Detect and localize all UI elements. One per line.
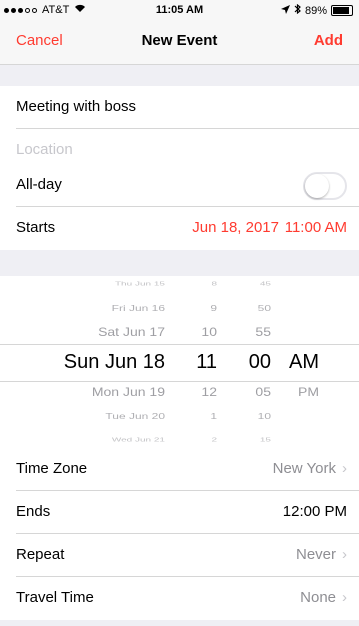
picker-hour: 10 bbox=[201, 325, 217, 339]
allday-toggle[interactable] bbox=[303, 172, 347, 200]
ends-label: Ends bbox=[16, 503, 51, 520]
allday-label: All-day bbox=[16, 176, 62, 193]
picker-ampm: AM bbox=[289, 350, 319, 373]
picker-row[interactable]: Tue Jun 20 1 10 bbox=[0, 408, 359, 425]
picker-row[interactable]: Thu Jun 15 8 45 bbox=[0, 277, 359, 290]
starts-row[interactable]: Starts Jun 18, 2017 11:00 AM bbox=[0, 207, 359, 250]
battery-icon bbox=[331, 5, 353, 16]
timezone-value-text: New York bbox=[272, 460, 336, 477]
picker-minute: 10 bbox=[257, 411, 271, 421]
page-title: New Event bbox=[141, 32, 218, 49]
chevron-right-icon: › bbox=[342, 460, 347, 477]
picker-date: Mon Jun 19 bbox=[91, 385, 165, 399]
location-input-placeholder[interactable]: Location bbox=[16, 141, 73, 158]
navigation-bar: Cancel New Event Add bbox=[0, 20, 359, 65]
ends-row[interactable]: Ends 12:00 PM bbox=[0, 491, 359, 534]
travel-time-value-text: None bbox=[300, 589, 336, 606]
starts-time[interactable]: 11:00 AM bbox=[285, 219, 347, 236]
travel-time-label: Travel Time bbox=[16, 589, 94, 606]
repeat-row[interactable]: Repeat Never › bbox=[0, 534, 359, 577]
picker-row[interactable]: Wed Jun 21 2 15 bbox=[0, 433, 359, 446]
timezone-value: New York › bbox=[273, 460, 347, 477]
bluetooth-icon bbox=[294, 3, 301, 17]
title-field[interactable]: Meeting with boss bbox=[0, 86, 359, 129]
picker-minute: 00 bbox=[248, 350, 271, 373]
picker-hour: 11 bbox=[196, 350, 217, 373]
picker-hour: 12 bbox=[201, 385, 217, 399]
picker-hour: 8 bbox=[211, 280, 217, 288]
picker-minute: 15 bbox=[259, 436, 271, 444]
toggle-knob bbox=[305, 174, 329, 198]
picker-hour: 1 bbox=[210, 411, 217, 421]
new-event-screen: AT&T 11:05 AM 89% Cancel New Event Add M… bbox=[0, 0, 359, 626]
picker-date: Fri Jun 16 bbox=[111, 303, 165, 313]
starts-date[interactable]: Jun 18, 2017 bbox=[192, 219, 279, 236]
picker-minute: 05 bbox=[255, 385, 271, 399]
picker-row-selected[interactable]: Sun Jun 18 11 00 AM bbox=[0, 344, 359, 380]
travel-time-row[interactable]: Travel Time None › bbox=[0, 577, 359, 620]
picker-date: Sat Jun 17 bbox=[98, 325, 165, 339]
starts-label: Starts bbox=[16, 219, 56, 236]
title-input-value[interactable]: Meeting with boss bbox=[16, 98, 136, 115]
picker-row[interactable]: Fri Jun 16 9 50 bbox=[0, 300, 359, 317]
battery-percent: 89% bbox=[304, 4, 327, 17]
repeat-value: Never › bbox=[296, 546, 347, 563]
repeat-label: Repeat bbox=[16, 546, 65, 563]
ends-value[interactable]: 12:00 PM bbox=[283, 503, 347, 520]
location-arrow-icon bbox=[280, 4, 290, 17]
picker-ampm: PM bbox=[298, 385, 319, 399]
picker-row[interactable]: Sat Jun 17 10 55 bbox=[0, 322, 359, 342]
picker-date: Tue Jun 20 bbox=[105, 411, 165, 421]
timezone-row[interactable]: Time Zone New York › bbox=[0, 448, 359, 491]
travel-time-value: None › bbox=[300, 589, 347, 606]
status-bar: AT&T 11:05 AM 89% bbox=[0, 0, 359, 20]
picker-minute: 45 bbox=[259, 280, 271, 288]
chevron-right-icon: › bbox=[342, 546, 347, 563]
timezone-label: Time Zone bbox=[16, 460, 88, 477]
picker-minute: 55 bbox=[255, 325, 271, 339]
picker-row[interactable]: Mon Jun 19 12 05 PM bbox=[0, 382, 359, 402]
picker-date: Thu Jun 15 bbox=[114, 280, 165, 288]
allday-row: All-day bbox=[0, 164, 359, 207]
status-right: 89% bbox=[280, 3, 353, 17]
picker-date: Wed Jun 21 bbox=[111, 436, 165, 444]
picker-hour: 9 bbox=[210, 303, 217, 313]
date-time-picker[interactable]: Thu Jun 15 8 45 Fri Jun 16 9 50 Sat Jun 17 10 55… bbox=[0, 276, 359, 448]
picker-hour: 2 bbox=[211, 436, 217, 444]
picker-minute: 50 bbox=[257, 303, 271, 313]
add-button[interactable]: Add bbox=[314, 32, 343, 49]
picker-date: Sun Jun 18 bbox=[63, 350, 165, 373]
repeat-value-text: Never bbox=[295, 546, 336, 563]
chevron-right-icon: › bbox=[342, 589, 347, 606]
